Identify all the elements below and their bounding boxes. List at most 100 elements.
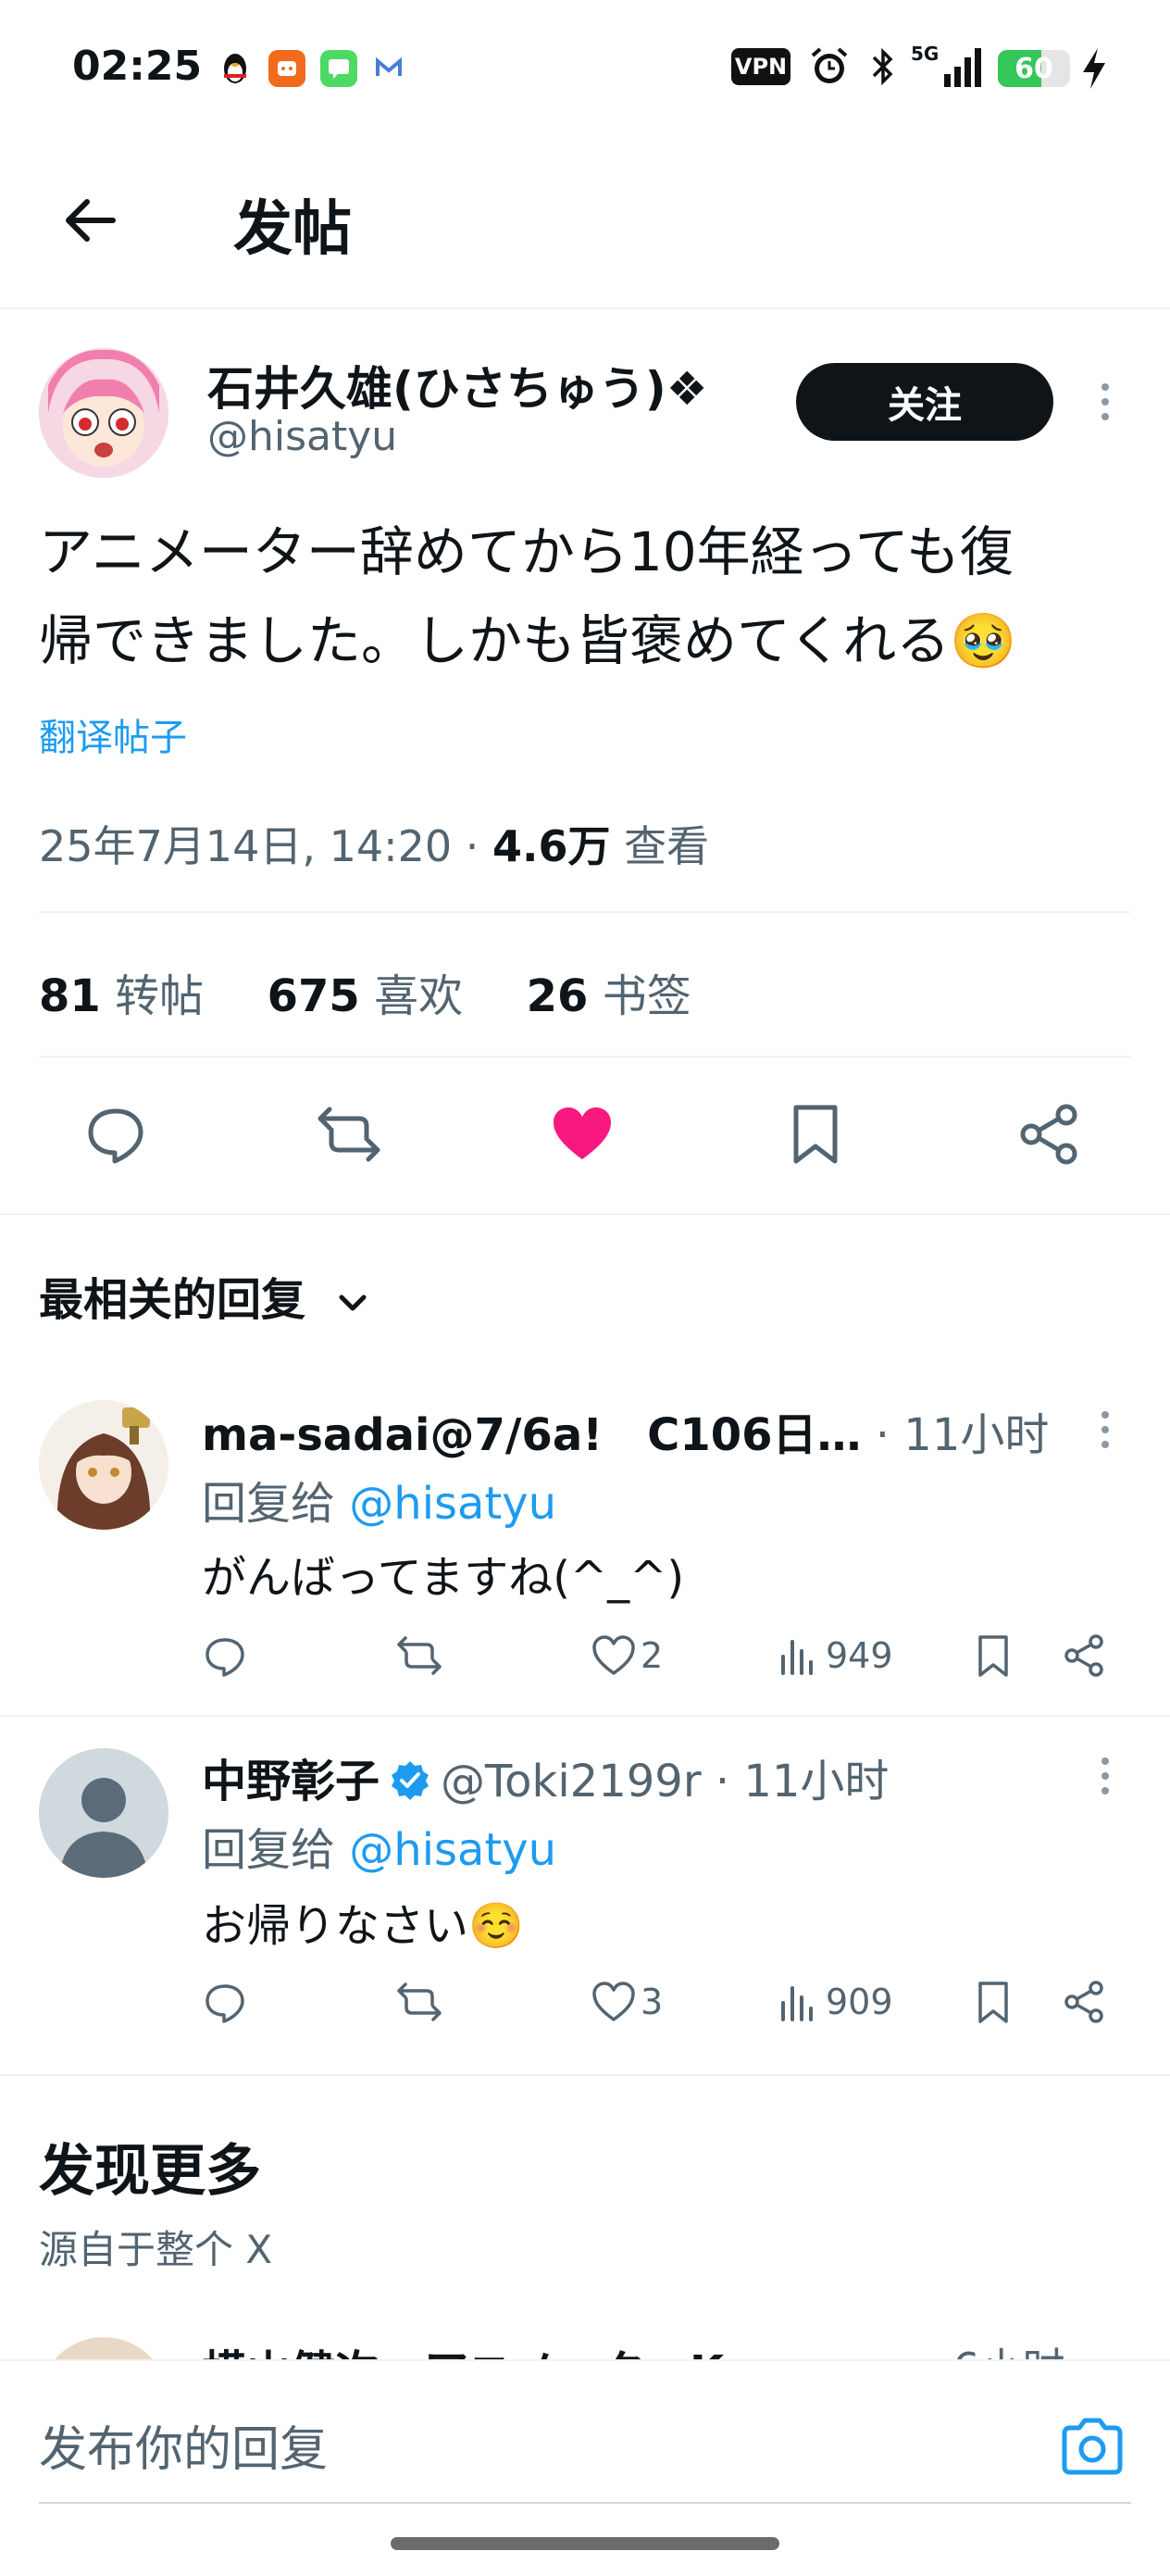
- camera-icon: [1062, 2418, 1123, 2475]
- actions-divider: [0, 1213, 1170, 1215]
- tweet-text: アニメーター辞めてから10年経っても復 帰できました。しかも皆褒めてくれる🥹: [39, 507, 1131, 685]
- bookmarks-count: 26: [526, 970, 589, 1022]
- reposts-stat[interactable]: 81 转帖: [39, 970, 204, 1022]
- reply-author-name[interactable]: 中野彰子: [202, 1756, 380, 1807]
- chevron-down-icon: [339, 1294, 367, 1311]
- heart-filled-icon: [554, 1107, 611, 1159]
- header-divider: [0, 307, 1170, 309]
- reply-like-count: 3: [641, 1982, 664, 2022]
- reply-more-options-icon[interactable]: [1102, 1411, 1111, 1456]
- reply-author-handle[interactable]: @Toki2199r: [441, 1756, 702, 1807]
- author-avatar[interactable]: [39, 348, 168, 478]
- verified-badge-icon: [392, 1761, 429, 1800]
- reply-bookmark-button[interactable]: [970, 1978, 1016, 2026]
- repost-icon: [397, 1982, 442, 2021]
- reply-like-button[interactable]: 3: [591, 1978, 663, 2026]
- reply-text: お帰りなさい☺️: [202, 1900, 524, 1952]
- heart-icon: [592, 1982, 635, 2021]
- bookmark-button[interactable]: [783, 1102, 848, 1167]
- reply-header: 中野彰子 @Toki2199r · 11小时: [202, 1744, 889, 1809]
- likes-count: 675: [267, 970, 360, 1022]
- camera-button[interactable]: [1057, 2411, 1127, 2482]
- likes-label: 喜欢: [374, 970, 464, 1022]
- tweet-stats: 81 转帖 675 喜欢 26 书签: [39, 959, 691, 1024]
- reply-to-mention[interactable]: @hisatyu: [349, 1478, 556, 1530]
- reply-view-count: 909: [826, 1982, 893, 2022]
- reply-comment-button[interactable]: [202, 1978, 248, 2026]
- reply-avatar-default[interactable]: [39, 1748, 168, 1878]
- share-icon: [1064, 1981, 1103, 2023]
- bookmark-icon: [793, 1105, 838, 1164]
- reply-like-button[interactable]: 2: [591, 1632, 663, 1680]
- reply-text: がんばってますね(^_^): [202, 1552, 685, 1604]
- reply-more-options-icon[interactable]: [1102, 1757, 1111, 1802]
- discover-more-subtitle: 源自于整个 X: [39, 2227, 273, 2272]
- reply-share-button[interactable]: [1061, 1632, 1107, 1680]
- repost-icon: [397, 1636, 442, 1675]
- author-handle[interactable]: @hisatyu: [207, 413, 397, 460]
- likes-stat[interactable]: 675 喜欢: [268, 970, 463, 1022]
- share-icon: [1064, 1634, 1103, 1677]
- reply-author-name[interactable]: ma-sadai@7/6a! C106日…: [202, 1409, 862, 1461]
- like-button[interactable]: [550, 1102, 615, 1167]
- bookmark-icon: [978, 1982, 1008, 2023]
- reply-to-prefix: 回复给: [202, 1478, 350, 1530]
- qq-penguin-icon: [217, 50, 254, 87]
- repost-button[interactable]: [317, 1102, 381, 1167]
- replies-heading: 最相关的回复: [39, 1274, 306, 1326]
- back-button[interactable]: [61, 191, 120, 250]
- status-time: 02:25: [72, 43, 203, 90]
- views-chart-icon: [781, 1986, 813, 2021]
- mail-icon: [370, 50, 407, 87]
- home-indicator[interactable]: [391, 2537, 779, 2550]
- views-label: 查看: [610, 821, 710, 871]
- app-notification-icon: [268, 50, 305, 87]
- bookmarks-stat[interactable]: 26 书签: [527, 970, 691, 1022]
- reply-divider: [0, 2074, 1170, 2076]
- views-chart-icon: [781, 1640, 813, 1675]
- reply-bookmark-button[interactable]: [970, 1632, 1016, 1680]
- signal-icon: [931, 46, 983, 89]
- reply-repost-button[interactable]: [396, 1632, 442, 1680]
- reply-to-line: 回复给 @hisatyu: [202, 1813, 556, 1878]
- replies-sort-dropdown[interactable]: 最相关的回复: [39, 1263, 371, 1328]
- stats-divider-bottom: [39, 1056, 1131, 1057]
- bookmarks-label: 书签: [602, 970, 691, 1022]
- reply-share-button[interactable]: [1061, 1978, 1107, 2026]
- share-button[interactable]: [1016, 1102, 1081, 1167]
- discover-more-title: 发现更多: [39, 2139, 261, 2204]
- reply-button[interactable]: [83, 1102, 148, 1167]
- reply-to-mention[interactable]: @hisatyu: [349, 1824, 556, 1876]
- reply-like-count: 2: [641, 1635, 664, 1676]
- tweet-timestamp: 25年7月14日, 14:20 · 4.6万 查看: [39, 813, 709, 874]
- follow-button[interactable]: 关注: [796, 363, 1053, 441]
- timestamp-text[interactable]: 25年7月14日, 14:20 ·: [39, 821, 492, 871]
- vpn-badge: VPN: [731, 48, 790, 85]
- reposts-label: 转帖: [115, 970, 205, 1022]
- heart-icon: [592, 1635, 635, 1675]
- reply-views-button[interactable]: 909: [776, 1978, 893, 2026]
- tweet-text-line-1: アニメーター辞めてから10年経っても復: [39, 520, 1014, 583]
- stats-divider-top: [39, 911, 1131, 913]
- reply-view-count: 949: [826, 1635, 893, 1676]
- comment-icon: [88, 1108, 143, 1164]
- bluetooth-icon: [866, 44, 900, 89]
- battery-level: 60: [1014, 52, 1053, 85]
- reply-to-line: 回复给 @hisatyu: [202, 1467, 556, 1532]
- reply-time[interactable]: · 11小时: [862, 1409, 1050, 1461]
- reply-input[interactable]: [39, 2413, 1020, 2487]
- reply-views-button[interactable]: 949: [776, 1632, 893, 1680]
- reply-to-prefix: 回复给: [202, 1824, 350, 1876]
- reply-comment-button[interactable]: [202, 1632, 248, 1680]
- more-options-icon[interactable]: [1102, 383, 1111, 428]
- reply-header: ma-sadai@7/6a! C106日… · 11小时: [202, 1398, 1049, 1463]
- reply-avatar[interactable]: [39, 1400, 168, 1530]
- alarm-icon: [807, 44, 852, 89]
- reply-repost-button[interactable]: [396, 1978, 442, 2026]
- translate-post-link[interactable]: 翻译帖子: [39, 707, 187, 761]
- reply-time[interactable]: · 11小时: [702, 1756, 890, 1807]
- comment-icon: [205, 1638, 244, 1677]
- comment-icon: [205, 1984, 244, 2023]
- author-name[interactable]: 石井久雄(ひさちゅう)❖: [207, 352, 708, 419]
- tweet-text-line-2: 帰できました。しかも皆褒めてくれる🥹: [39, 609, 1017, 672]
